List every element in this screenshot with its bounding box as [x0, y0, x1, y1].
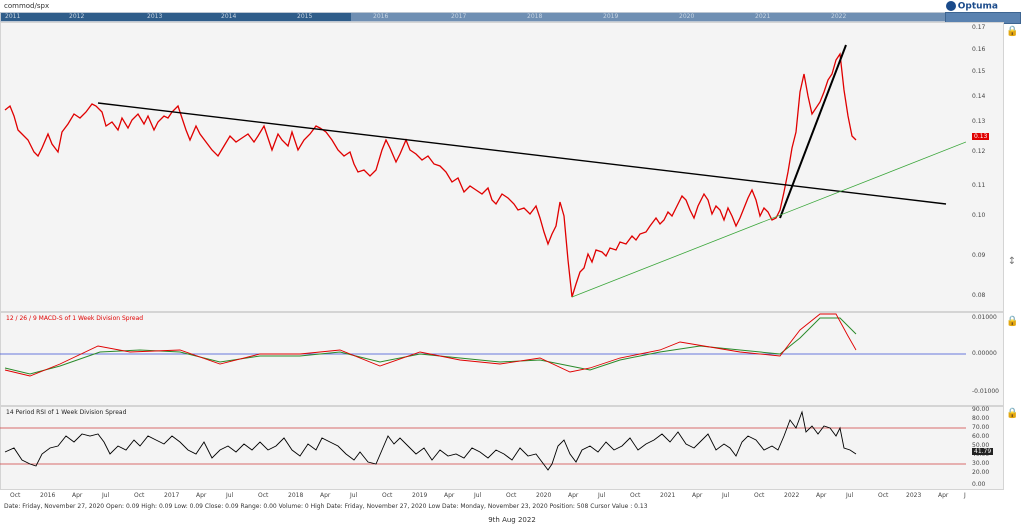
lock-icon[interactable]: 🔒 — [1006, 26, 1018, 38]
rsi-tick: 80.00 — [972, 415, 990, 422]
lock-icon[interactable]: 🔒 — [1006, 408, 1018, 420]
rsi-tick: 90.00 — [972, 406, 990, 413]
lock-icon[interactable]: 🔒 — [1006, 316, 1018, 328]
time-tick: Oct — [630, 492, 641, 499]
time-axis: Oct 2016 Apr Jul Oct 2017 Apr Jul Oct 20… — [0, 490, 970, 500]
date-navigator[interactable]: 2011 2012 2013 2014 2015 2016 2017 2018 … — [0, 12, 1021, 24]
nav-year: 2012 — [69, 13, 85, 20]
logo-text: Optuma — [957, 1, 998, 12]
chart-title-bar: commod/spx — [0, 0, 1024, 12]
time-tick: Jul — [350, 492, 358, 499]
rsi-tick: 70.00 — [972, 424, 990, 431]
rsi-chart — [0, 410, 966, 471]
macd-chart — [0, 313, 966, 377]
time-tick: Apr — [692, 492, 703, 499]
macd-tick: 0.01000 — [972, 314, 997, 321]
time-tick: 2023 — [906, 492, 922, 499]
nav-year: 2020 — [679, 13, 695, 20]
time-tick: Apr — [320, 492, 331, 499]
macd-tick: 0.00000 — [972, 350, 997, 357]
price-axis: 0.17 0.16 0.15 0.14 0.13 0.12 0.11 0.10 … — [966, 22, 1004, 312]
rsi-tick: 60.00 — [972, 433, 990, 440]
price-line — [4, 52, 857, 298]
nav-year: 2016 — [373, 13, 389, 20]
macd-axis: 0.01000 0.00000 -0.01000 — [966, 312, 1004, 406]
time-tick: Jul — [598, 492, 606, 499]
price-value-tag: 0.13 — [972, 133, 990, 140]
support-line — [571, 141, 966, 298]
time-tick: 2017 — [164, 492, 180, 499]
time-tick: Jul — [102, 492, 110, 499]
time-tick: Apr — [938, 492, 949, 499]
price-tick: 0.16 — [972, 46, 986, 53]
footer-date: 9th Aug 2022 — [488, 516, 536, 524]
price-tick: 0.17 — [972, 24, 986, 31]
time-tick: Apr — [568, 492, 579, 499]
nav-year: 2021 — [755, 13, 771, 20]
nav-year: 2018 — [527, 13, 543, 20]
time-tick: Oct — [10, 492, 21, 499]
time-tick: Apr — [72, 492, 83, 499]
status-bar: Date: Friday, November 27, 2020 Open: 0.… — [4, 503, 648, 510]
price-tick: 0.14 — [972, 93, 986, 100]
macd-line — [4, 313, 857, 377]
time-tick: Oct — [754, 492, 765, 499]
macd-tick: -0.01000 — [972, 388, 999, 395]
resize-arrow-icon[interactable]: ↕ — [1006, 256, 1018, 268]
nav-year: 2015 — [297, 13, 313, 20]
rsi-tick: 20.00 — [972, 469, 990, 476]
time-tick: 2019 — [412, 492, 428, 499]
time-tick: Oct — [382, 492, 393, 499]
nav-year: 2019 — [603, 13, 619, 20]
nav-year: 2011 — [5, 13, 21, 20]
time-tick: Jul — [474, 492, 482, 499]
time-tick: Jul — [846, 492, 854, 499]
price-tick: 0.08 — [972, 292, 986, 299]
time-tick: Oct — [506, 492, 517, 499]
time-tick: 2020 — [536, 492, 552, 499]
time-tick: Jul — [226, 492, 234, 499]
price-tick: 0.15 — [972, 68, 986, 75]
time-tick: 2022 — [784, 492, 800, 499]
price-tick: 0.10 — [972, 212, 986, 219]
time-tick: Oct — [134, 492, 145, 499]
price-tick: 0.09 — [972, 252, 986, 259]
rsi-tick: 0.00 — [972, 481, 986, 488]
time-tick: 2016 — [40, 492, 56, 499]
nav-year: 2017 — [451, 13, 467, 20]
price-chart — [4, 44, 966, 298]
time-tick: Apr — [196, 492, 207, 499]
time-tick: J — [964, 492, 966, 499]
time-tick: Apr — [816, 492, 827, 499]
price-tick: 0.11 — [972, 182, 986, 189]
time-tick: Oct — [258, 492, 269, 499]
nav-year: 2014 — [221, 13, 237, 20]
short-term-trendline — [779, 44, 847, 219]
optuma-logo-icon — [945, 1, 956, 11]
macd-signal-line — [4, 317, 857, 375]
chart-title: commod/spx — [4, 2, 50, 10]
time-tick: 2018 — [288, 492, 304, 499]
rsi-value-tag: 41.79 — [972, 448, 994, 455]
nav-year: 2013 — [147, 13, 163, 20]
time-tick: Apr — [444, 492, 455, 499]
time-tick: Oct — [878, 492, 889, 499]
price-tick: 0.13 — [972, 118, 986, 125]
rsi-line — [4, 410, 857, 471]
rsi-tick: 30.00 — [972, 460, 990, 467]
nav-year: 2022 — [831, 13, 847, 20]
price-tick: 0.12 — [972, 148, 986, 155]
navigator-selected-range[interactable] — [351, 13, 949, 21]
time-tick: Jul — [722, 492, 730, 499]
time-tick: 2021 — [660, 492, 676, 499]
